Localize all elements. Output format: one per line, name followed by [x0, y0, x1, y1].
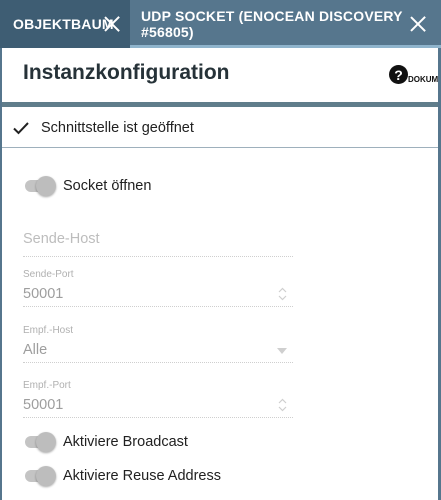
socket-open-toggle[interactable] [23, 175, 59, 197]
reuse-address-toggle[interactable] [23, 465, 59, 487]
help-icon[interactable]: ? [389, 65, 408, 84]
broadcast-toggle-row: Aktiviere Broadcast [23, 431, 188, 453]
recv-host-label: Empf.-Host [23, 325, 74, 336]
reuse-address-toggle-row: Aktiviere Reuse Address [23, 465, 221, 487]
send-port-label: Sende-Port [23, 269, 74, 280]
header-divider [2, 102, 438, 107]
checkmark-icon [13, 122, 29, 135]
send-port-field[interactable]: Sende-Port 50001 [23, 268, 293, 310]
spinner-icon[interactable] [278, 287, 287, 301]
spinner-icon[interactable] [278, 398, 287, 412]
broadcast-label: Aktiviere Broadcast [63, 434, 188, 450]
socket-open-label: Socket öffnen [63, 178, 152, 194]
chevron-down-icon[interactable] [277, 348, 287, 354]
send-host-field[interactable]: Sende-Host [23, 225, 293, 260]
broadcast-toggle[interactable] [23, 431, 59, 453]
tab-bar: OBJEKTBAUM UDP SOCKET (ENOCEAN DISCOVERY… [0, 0, 441, 48]
recv-host-value: Alle [23, 342, 48, 358]
close-icon[interactable] [104, 16, 120, 32]
recv-host-select[interactable]: Empf.-Host Alle [23, 324, 293, 366]
tab-objektbaum-label: OBJEKTBAUM [13, 16, 114, 32]
close-icon[interactable] [410, 16, 426, 32]
tab-udp-socket-label: UDP SOCKET (ENOCEAN DISCOVERY #56805) [141, 8, 403, 40]
status-text: Schnittstelle ist geöffnet [41, 120, 194, 136]
active-tab-indicator [130, 45, 441, 48]
page-title: Instanzkonfiguration [23, 61, 230, 84]
status-divider [2, 147, 438, 148]
status-row: Schnittstelle ist geöffnet [12, 117, 194, 139]
socket-open-toggle-row: Socket öffnen [23, 175, 151, 197]
reuse-address-label: Aktiviere Reuse Address [63, 468, 221, 484]
tab-objektbaum[interactable]: OBJEKTBAUM [0, 0, 130, 48]
panel-left-border [0, 48, 2, 500]
recv-port-label: Empf.-Port [23, 380, 71, 391]
recv-port-value: 50001 [23, 397, 64, 413]
documentation-link[interactable]: DOKUM [408, 75, 438, 84]
send-host-placeholder: Sende-Host [23, 231, 100, 247]
recv-port-field[interactable]: Empf.-Port 50001 [23, 379, 293, 421]
send-port-value: 50001 [23, 286, 64, 302]
tab-udp-socket[interactable]: UDP SOCKET (ENOCEAN DISCOVERY #56805) [130, 0, 441, 48]
